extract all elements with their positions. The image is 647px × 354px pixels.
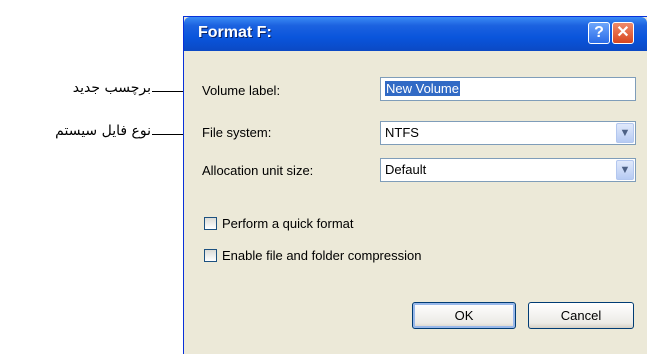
allocation-unit-size-value: Default (385, 162, 427, 177)
chevron-down-icon[interactable]: ▼ (616, 123, 634, 143)
compression-option[interactable]: Enable file and folder compression (204, 247, 421, 265)
volume-label-label: Volume label: (202, 83, 281, 98)
compression-checkbox[interactable] (204, 249, 217, 263)
volume-label-value: New Volume (385, 81, 460, 96)
file-system-annotation: نوع فایل سیستم (55, 123, 151, 139)
format-dialog: Format F: ? ✕ Volume label: New Volume F… (183, 16, 647, 354)
volume-label-input[interactable]: New Volume (380, 77, 636, 101)
quick-format-checkbox[interactable] (204, 217, 217, 231)
volume-label-annotation: برچسب جدید (72, 80, 151, 96)
dialog-title: Format F: (198, 24, 272, 41)
quick-format-label: Perform a quick format (222, 216, 354, 232)
cancel-button[interactable]: Cancel (528, 302, 634, 329)
chevron-down-icon[interactable]: ▼ (616, 160, 634, 180)
quick-format-option[interactable]: Perform a quick format (204, 215, 354, 233)
compression-label: Enable file and folder compression (222, 248, 422, 264)
file-system-label: File system: (202, 125, 272, 140)
help-button[interactable]: ? (588, 22, 610, 44)
file-system-select[interactable]: NTFS ▼ (380, 121, 636, 145)
title-bar[interactable]: Format F: ? ✕ (184, 17, 647, 51)
allocation-unit-size-select[interactable]: Default ▼ (380, 158, 636, 182)
close-button[interactable]: ✕ (612, 22, 634, 44)
file-system-value: NTFS (385, 125, 419, 140)
allocation-unit-size-label: Allocation unit size: (202, 163, 314, 178)
ok-button[interactable]: OK (412, 302, 516, 329)
